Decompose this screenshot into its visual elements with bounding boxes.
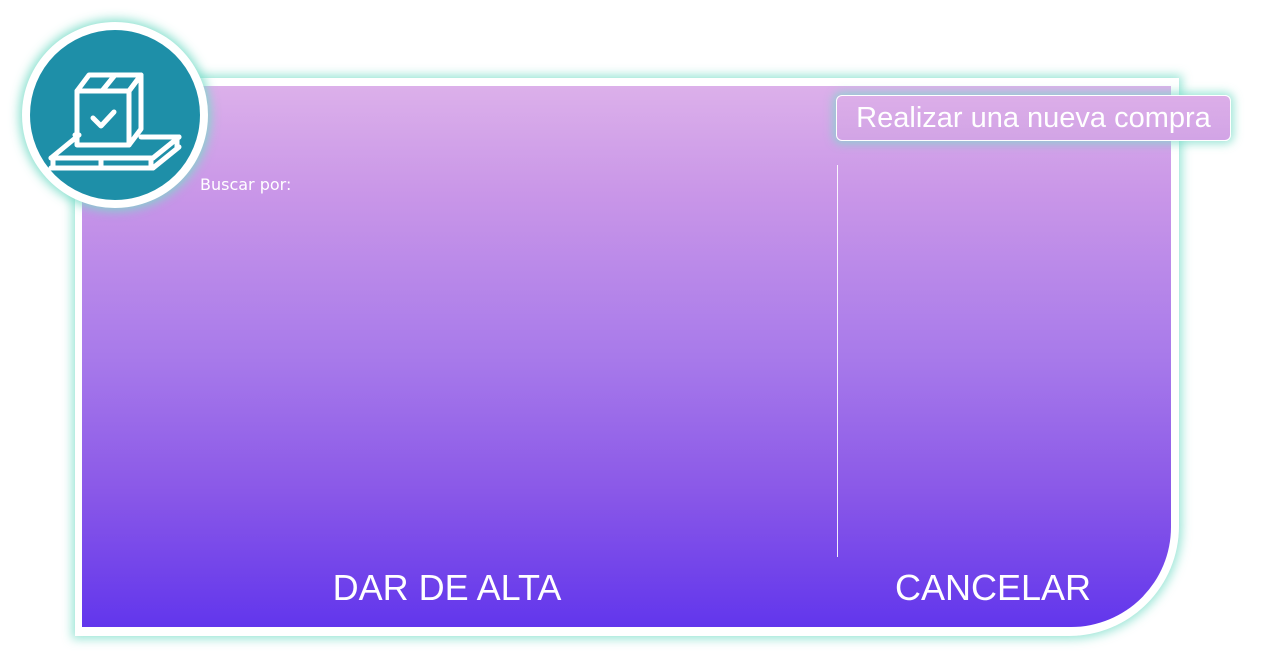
vertical-divider — [837, 165, 838, 557]
add-button[interactable]: DAR DE ALTA — [307, 566, 587, 610]
new-purchase-button[interactable]: Realizar una nueva compra — [836, 95, 1231, 141]
box-on-pallet-check-icon — [48, 72, 182, 171]
cancel-button[interactable]: CANCELAR — [873, 566, 1113, 610]
app-window: Buscar por: Realizar una nueva compra DA… — [0, 0, 1274, 660]
logo-badge-inner — [30, 30, 200, 200]
search-by-label: Buscar por: — [200, 175, 292, 194]
main-panel-frame: Buscar por: — [75, 78, 1179, 636]
main-panel: Buscar por: — [82, 86, 1171, 627]
logo-badge — [22, 22, 208, 208]
